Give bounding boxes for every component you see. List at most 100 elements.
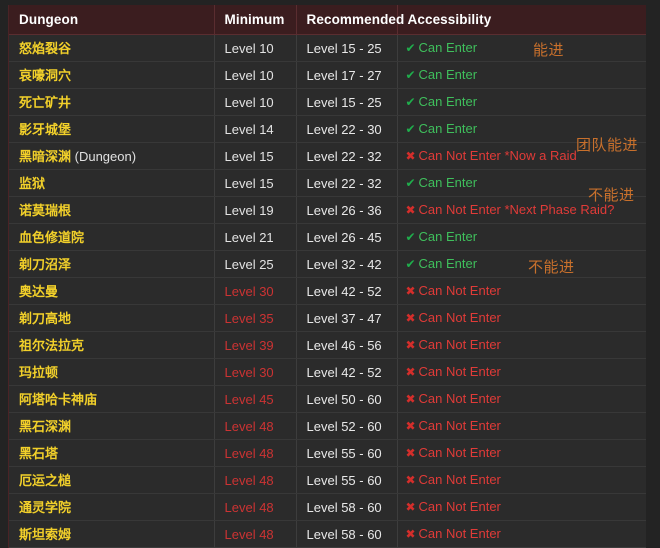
cell-recommended-level: Level 22 - 32: [296, 143, 397, 170]
check-icon: ✔: [406, 231, 419, 244]
table-row[interactable]: 玛拉顿 Level 30Level 42 - 52✖Can Not Enter: [9, 359, 646, 386]
accessibility-label: Can Not Enter: [419, 310, 501, 325]
cell-accessibility: ✖Can Not Enter: [397, 305, 646, 332]
check-icon: ✔: [406, 123, 419, 136]
dungeon-name-text: 玛拉顿: [19, 365, 58, 380]
table-row[interactable]: 阿塔哈卡神庙Level 45Level 50 - 60✖Can Not Ente…: [9, 386, 646, 413]
cell-recommended-level: Level 15 - 25: [296, 35, 397, 62]
cell-accessibility: ✔Can Enter: [397, 89, 646, 116]
accessibility-label: Can Enter: [419, 256, 478, 271]
table-row[interactable]: 怒焰裂谷Level 10Level 15 - 25✔Can Enter: [9, 35, 646, 62]
cell-dungeon-name: 阿塔哈卡神庙: [9, 386, 214, 413]
accessibility-label: Can Not Enter *Now a Raid: [419, 148, 577, 163]
cell-minimum-level: Level 48: [214, 413, 296, 440]
table-header: Dungeon Minimum Recommended Accessibilit…: [9, 5, 646, 35]
accessibility-label: Can Not Enter: [419, 526, 501, 541]
cell-accessibility: ✖Can Not Enter: [397, 332, 646, 359]
accessibility-label: Can Not Enter: [419, 445, 501, 460]
cell-dungeon-name: 黑暗深渊 (Dungeon): [9, 143, 214, 170]
table-row[interactable]: 血色修道院Level 21Level 26 - 45✔Can Enter: [9, 224, 646, 251]
check-icon: ✔: [406, 42, 419, 55]
cell-dungeon-name: 血色修道院: [9, 224, 214, 251]
cell-accessibility: ✖Can Not Enter: [397, 521, 646, 548]
cell-minimum-level: Level 30: [214, 359, 296, 386]
cell-accessibility: ✖Can Not Enter: [397, 494, 646, 521]
cell-accessibility: ✔Can Enter: [397, 62, 646, 89]
cell-minimum-level: Level 21: [214, 224, 296, 251]
cell-recommended-level: Level 15 - 25: [296, 89, 397, 116]
table-row[interactable]: 奥达曼Level 30Level 42 - 52✖Can Not Enter: [9, 278, 646, 305]
dungeon-name-text: 诺莫瑞根: [19, 203, 71, 218]
dungeon-name-text: 黑暗深渊: [19, 149, 71, 164]
column-header-minimum[interactable]: Minimum: [214, 5, 296, 35]
table-row[interactable]: 黑石深渊Level 48Level 52 - 60✖Can Not Enter: [9, 413, 646, 440]
dungeon-name-text: 血色修道院: [19, 230, 84, 245]
cross-icon: ✖: [406, 528, 419, 541]
table-body: 怒焰裂谷Level 10Level 15 - 25✔Can Enter哀嚎洞穴L…: [9, 35, 646, 548]
table-row[interactable]: 通灵学院Level 48Level 58 - 60✖Can Not Enter: [9, 494, 646, 521]
accessibility-label: Can Enter: [419, 229, 478, 244]
table-row[interactable]: 死亡矿井Level 10Level 15 - 25✔Can Enter: [9, 89, 646, 116]
dungeon-name-text: 哀嚎洞穴: [19, 68, 71, 83]
table-row[interactable]: 剃刀沼泽Level 25Level 32 - 42✔Can Enter: [9, 251, 646, 278]
table-row[interactable]: 影牙城堡 Level 14Level 22 - 30✔Can Enter: [9, 116, 646, 143]
dungeon-name-text: 死亡矿井: [19, 95, 71, 110]
cross-icon: ✖: [406, 447, 419, 460]
page-root: Dungeon Minimum Recommended Accessibilit…: [0, 0, 660, 509]
cell-accessibility: ✖Can Not Enter: [397, 359, 646, 386]
cell-accessibility: ✖Can Not Enter: [397, 278, 646, 305]
cell-recommended-level: Level 22 - 30: [296, 116, 397, 143]
cell-dungeon-name: 厄运之槌: [9, 467, 214, 494]
table-row[interactable]: 哀嚎洞穴Level 10Level 17 - 27✔Can Enter: [9, 62, 646, 89]
table-row[interactable]: 斯坦索姆Level 48Level 58 - 60✖Can Not Enter: [9, 521, 646, 548]
column-header-dungeon[interactable]: Dungeon: [9, 5, 214, 35]
cell-accessibility: ✔Can Enter: [397, 116, 646, 143]
column-header-accessibility[interactable]: Accessibility: [397, 5, 646, 35]
accessibility-label: Can Not Enter: [419, 499, 501, 514]
table-row[interactable]: 剃刀高地Level 35Level 37 - 47✖Can Not Enter: [9, 305, 646, 332]
cell-minimum-level: Level 14: [214, 116, 296, 143]
cell-dungeon-name: 影牙城堡: [9, 116, 214, 143]
table-row[interactable]: 黑石塔Level 48Level 55 - 60✖Can Not Enter: [9, 440, 646, 467]
dungeon-name-text: 厄运之槌: [19, 473, 71, 488]
dungeon-name-text: 影牙城堡: [19, 122, 71, 137]
cell-minimum-level: Level 48: [214, 440, 296, 467]
cell-accessibility: ✔Can Enter: [397, 170, 646, 197]
dungeon-name-text: 剃刀高地: [19, 311, 71, 326]
column-header-recommended[interactable]: Recommended: [296, 5, 397, 35]
cross-icon: ✖: [406, 474, 419, 487]
cell-recommended-level: Level 26 - 36: [296, 197, 397, 224]
table-row[interactable]: 祖尔法拉克Level 39Level 46 - 56✖Can Not Enter: [9, 332, 646, 359]
dungeon-name-text: 剃刀沼泽: [19, 257, 71, 272]
cell-accessibility: ✔Can Enter: [397, 35, 646, 62]
cell-accessibility: ✖Can Not Enter: [397, 413, 646, 440]
cross-icon: ✖: [406, 150, 419, 163]
table-row[interactable]: 诺莫瑞根Level 19Level 26 - 36✖Can Not Enter …: [9, 197, 646, 224]
cell-minimum-level: Level 10: [214, 62, 296, 89]
dungeon-name-text: 怒焰裂谷: [19, 41, 71, 56]
cell-dungeon-name: 祖尔法拉克: [9, 332, 214, 359]
cell-minimum-level: Level 45: [214, 386, 296, 413]
table-row[interactable]: 厄运之槌Level 48Level 55 - 60✖Can Not Enter: [9, 467, 646, 494]
accessibility-label: Can Not Enter: [419, 418, 501, 433]
accessibility-label: Can Not Enter *Next Phase Raid?: [419, 202, 615, 217]
cell-recommended-level: Level 52 - 60: [296, 413, 397, 440]
cell-recommended-level: Level 42 - 52: [296, 359, 397, 386]
cross-icon: ✖: [406, 393, 419, 406]
cell-recommended-level: Level 58 - 60: [296, 521, 397, 548]
cell-minimum-level: Level 30: [214, 278, 296, 305]
accessibility-label: Can Not Enter: [419, 472, 501, 487]
cell-recommended-level: Level 42 - 52: [296, 278, 397, 305]
cross-icon: ✖: [406, 285, 419, 298]
cell-minimum-level: Level 15: [214, 143, 296, 170]
table-row[interactable]: 监狱Level 15Level 22 - 32✔Can Enter: [9, 170, 646, 197]
table-row[interactable]: 黑暗深渊 (Dungeon)Level 15Level 22 - 32 ✖Can …: [9, 143, 646, 170]
dungeon-name-text: 阿塔哈卡神庙: [19, 392, 97, 407]
accessibility-label: Can Not Enter: [419, 391, 501, 406]
cell-dungeon-name: 剃刀沼泽: [9, 251, 214, 278]
dungeon-name-text: 监狱: [19, 176, 45, 191]
cell-minimum-level: Level 15: [214, 170, 296, 197]
accessibility-label: Can Enter: [419, 67, 478, 82]
cell-dungeon-name: 斯坦索姆: [9, 521, 214, 548]
dungeon-name-text: 斯坦索姆: [19, 527, 71, 542]
